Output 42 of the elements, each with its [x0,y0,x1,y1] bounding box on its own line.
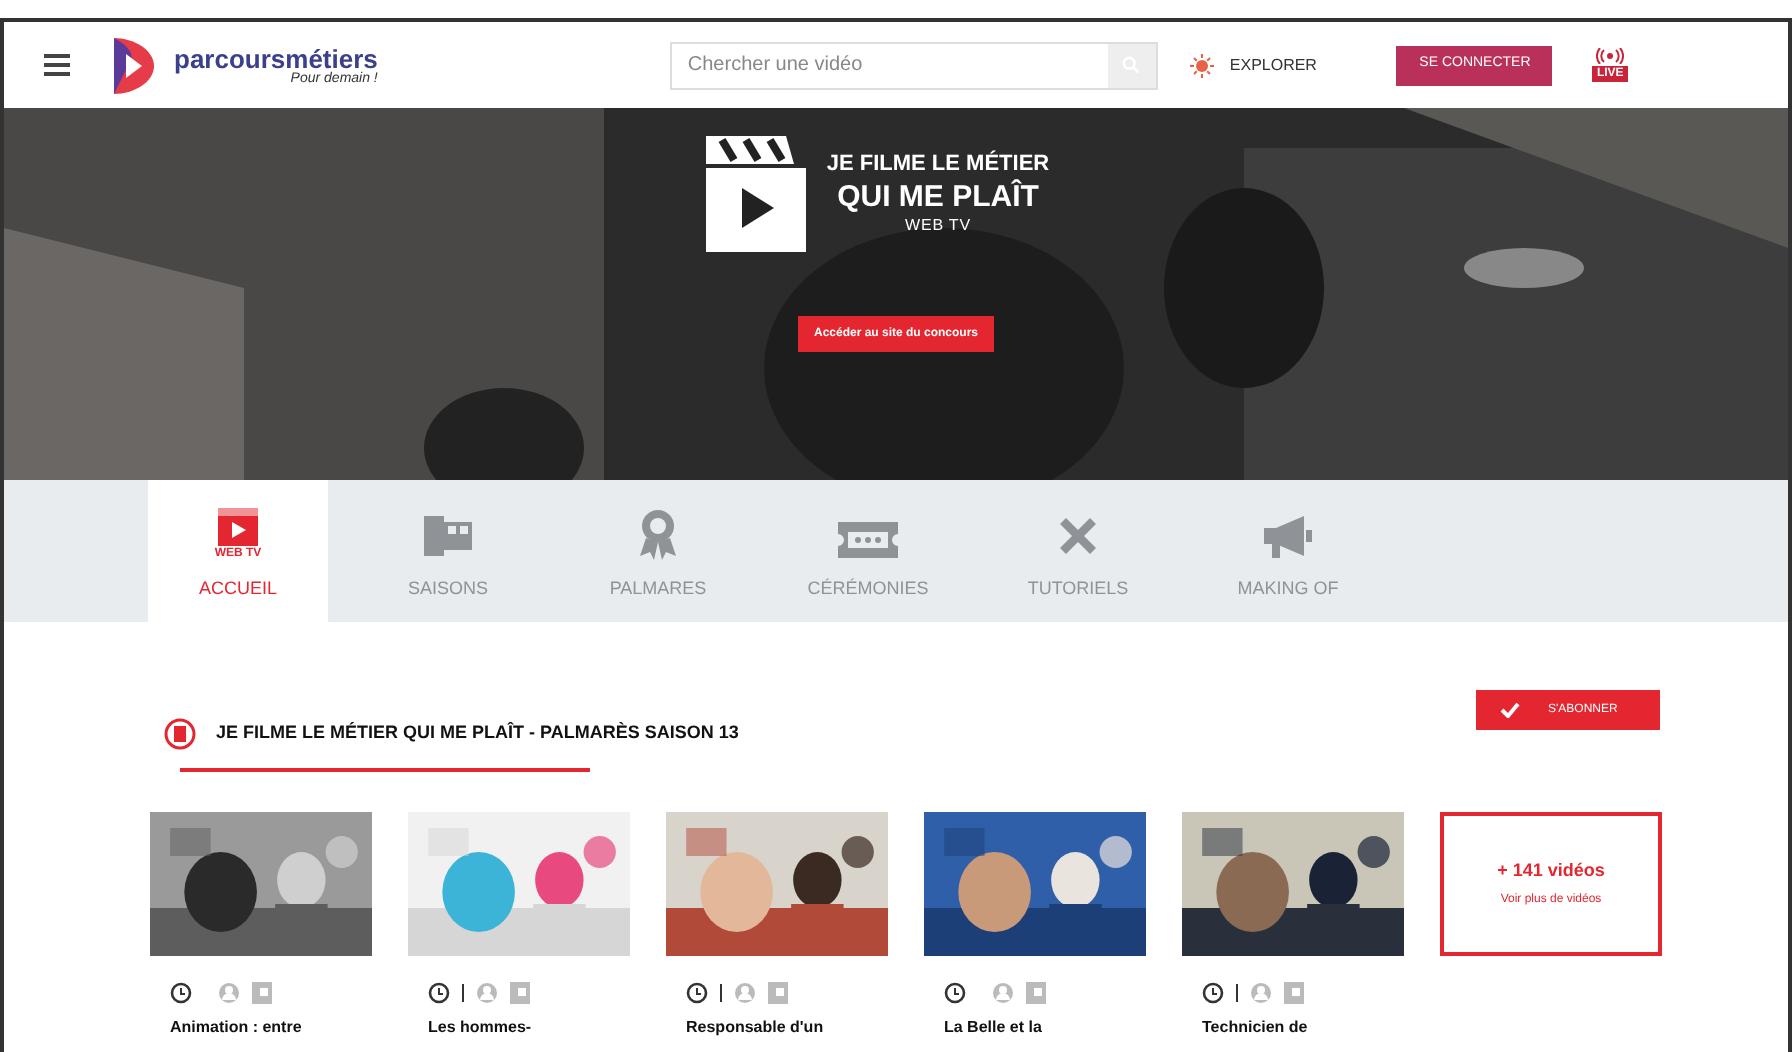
hero-subtitle: WEB TV [905,218,971,234]
person-icon [476,982,498,1004]
video-title: Technicien de [1200,1016,1310,1040]
hero-title: JE FILME LE MÉTIER [826,154,1050,176]
broadcast-icon [1596,48,1625,64]
nav-tab[interactable]: MAKING OF [1198,480,1378,622]
section-title: JE FILME LE MÉTIER QUI ME PLAÎT - PALMARÈS SAISON 13 [216,720,739,747]
video-title: Responsable d'un [684,1016,826,1040]
video-card[interactable]: Animation : entre [150,812,372,1040]
person-icon [218,982,240,1004]
video-card[interactable]: Les hommes- [408,812,630,1040]
award-icon [638,507,678,560]
nav-tab[interactable]: SAISONS [358,480,538,622]
video-title: Les hommes- [426,1016,534,1040]
menu-icon[interactable] [44,54,70,76]
search-bar[interactable]: Chercher une vidéo [669,41,1158,89]
ticket-icon [836,519,900,560]
hero-title: QUI ME PLAÎT [837,182,1039,212]
nav-tab[interactable]: TUTORIELS [988,480,1168,622]
clock-icon [170,982,192,1004]
clock-icon [944,982,966,1004]
video-card[interactable]: Responsable d'un [666,812,888,1040]
nav-tab[interactable]: CÉRÉMONIES [778,480,958,622]
person-icon [992,982,1014,1004]
explore-button[interactable]: EXPLORER [1189,53,1317,77]
person-icon [1250,982,1272,1004]
person-icon [734,982,756,1004]
check-icon [1500,702,1520,718]
webtv-badge-icon [164,718,196,750]
clock-icon [1202,982,1224,1004]
search-field[interactable]: Chercher une vidéo [671,50,1108,80]
sun-icon [1189,53,1214,77]
logo-text: parcoursmétiers [174,45,378,71]
clock-icon [428,982,450,1004]
video-title: La Belle et la [942,1016,1044,1040]
clock-icon [686,982,708,1004]
nav-tab[interactable]: PALMARES [568,480,748,622]
video-count: + 141 vidéos [1497,857,1605,884]
video-title: Animation : entre [168,1016,304,1040]
video-card[interactable]: Technicien de [1182,812,1404,1040]
megaphone-icon [1260,511,1316,560]
video-card[interactable]: La Belle et la [924,812,1146,1040]
